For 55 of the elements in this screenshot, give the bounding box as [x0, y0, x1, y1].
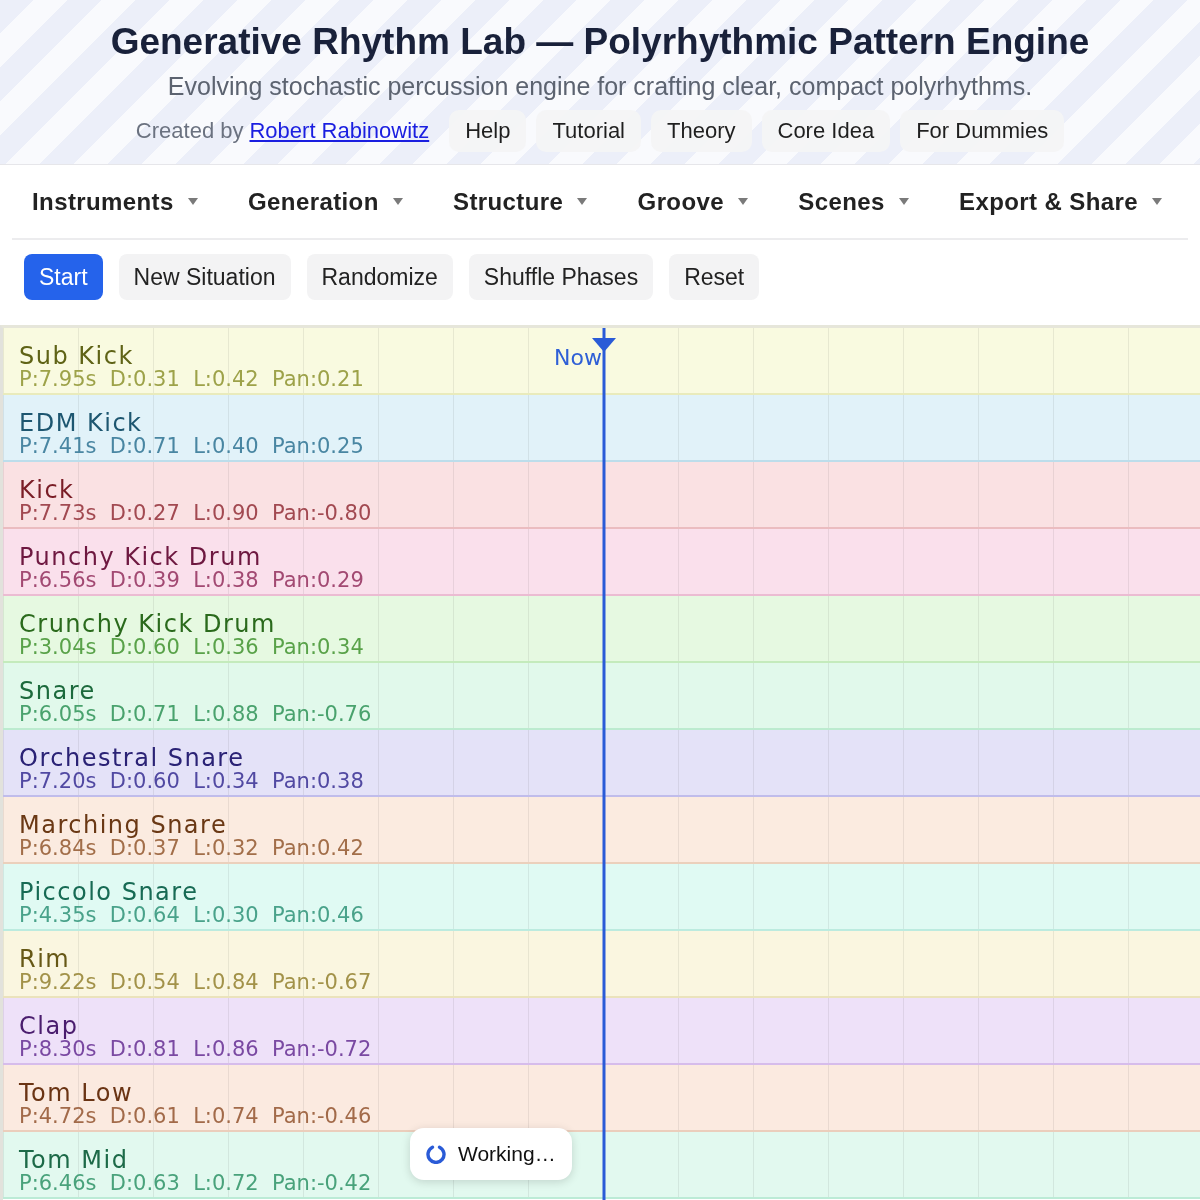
now-label: Now	[554, 345, 602, 371]
track-params: P:6.56s D:0.39 L:0.38 Pan:0.29	[19, 570, 364, 591]
caret-icon	[898, 198, 909, 205]
author-link[interactable]: Robert Rabinowitz	[249, 118, 430, 144]
status-text: Working…	[458, 1142, 556, 1166]
info-link-button[interactable]: Theory	[651, 110, 752, 152]
caret-icon	[577, 198, 588, 205]
info-link-button[interactable]: Help	[449, 110, 527, 152]
info-link-button[interactable]: Tutorial	[536, 110, 641, 152]
track-name: Sub Kick	[19, 344, 134, 369]
action-button[interactable]: Shuffle Phases	[468, 254, 654, 300]
track-params: P:4.35s D:0.64 L:0.30 Pan:0.46	[19, 905, 364, 926]
action-button[interactable]: Reset	[669, 254, 760, 300]
track-params: P:7.73s D:0.27 L:0.90 Pan:-0.80	[19, 503, 372, 524]
caret-icon	[1152, 198, 1162, 205]
track-params: P:6.05s D:0.71 L:0.88 Pan:-0.76	[19, 704, 372, 725]
track-params: P:6.84s D:0.37 L:0.32 Pan:0.42	[19, 838, 364, 859]
track-name: Orchestral Snare	[19, 746, 245, 771]
track-name: Piccolo Snare	[19, 880, 199, 905]
caret-icon	[738, 198, 748, 205]
menu-dropdown[interactable]: Structure	[453, 187, 588, 216]
menu-dropdown[interactable]: Groove	[637, 187, 748, 216]
page-title: Generative Rhythm Lab — Polyrhythmic Pattern Engine	[110, 20, 1090, 64]
page-subtitle: Evolving stochastic percussion engine for crafting clear, compact polyrhythms.	[167, 71, 1033, 101]
track-name: Tom Low	[19, 1081, 134, 1106]
track-params: P:6.46s D:0.63 L:0.72 Pan:-0.42	[19, 1173, 372, 1194]
track-params: P:7.95s D:0.31 L:0.42 Pan:0.21	[19, 369, 364, 390]
track-params: P:9.22s D:0.54 L:0.84 Pan:-0.67	[19, 972, 372, 993]
track-params: P:4.72s D:0.61 L:0.74 Pan:-0.46	[19, 1106, 372, 1127]
track-params: P:3.04s D:0.60 L:0.36 Pan:0.34	[19, 637, 364, 658]
track-name: Clap	[19, 1014, 79, 1039]
action-button[interactable]: New Situation	[118, 254, 291, 300]
track-name: Rim	[19, 947, 71, 972]
action-button[interactable]: Randomize	[306, 254, 453, 300]
track-params: P:7.41s D:0.71 L:0.40 Pan:0.25	[19, 436, 364, 457]
track-name: Snare	[19, 679, 96, 704]
track-name: Marching Snare	[19, 813, 228, 838]
info-link-button[interactable]: Core Idea	[761, 110, 891, 152]
caret-icon	[392, 198, 403, 205]
track-params: P:7.20s D:0.60 L:0.34 Pan:0.38	[19, 771, 364, 792]
menu-dropdown[interactable]: Export & Share	[959, 187, 1162, 216]
credit-label: Created by	[135, 118, 244, 144]
menu-dropdown[interactable]: Instruments	[32, 187, 198, 216]
track-name: Crunchy Kick Drum	[19, 612, 276, 637]
track-name: Kick	[19, 478, 75, 503]
caret-icon	[187, 198, 198, 205]
track-params: P:8.30s D:0.81 L:0.86 Pan:-0.72	[19, 1039, 372, 1060]
info-link-button[interactable]: For Dummies	[900, 110, 1065, 152]
track-name: Punchy Kick Drum	[19, 545, 262, 570]
track-name: Tom Mid	[19, 1148, 129, 1173]
menu-dropdown[interactable]: Scenes	[798, 187, 909, 216]
action-button[interactable]: Start	[24, 254, 103, 300]
track-name: EDM Kick	[19, 411, 143, 436]
spinner-icon	[426, 1144, 446, 1164]
menu-dropdown[interactable]: Generation	[248, 187, 403, 216]
